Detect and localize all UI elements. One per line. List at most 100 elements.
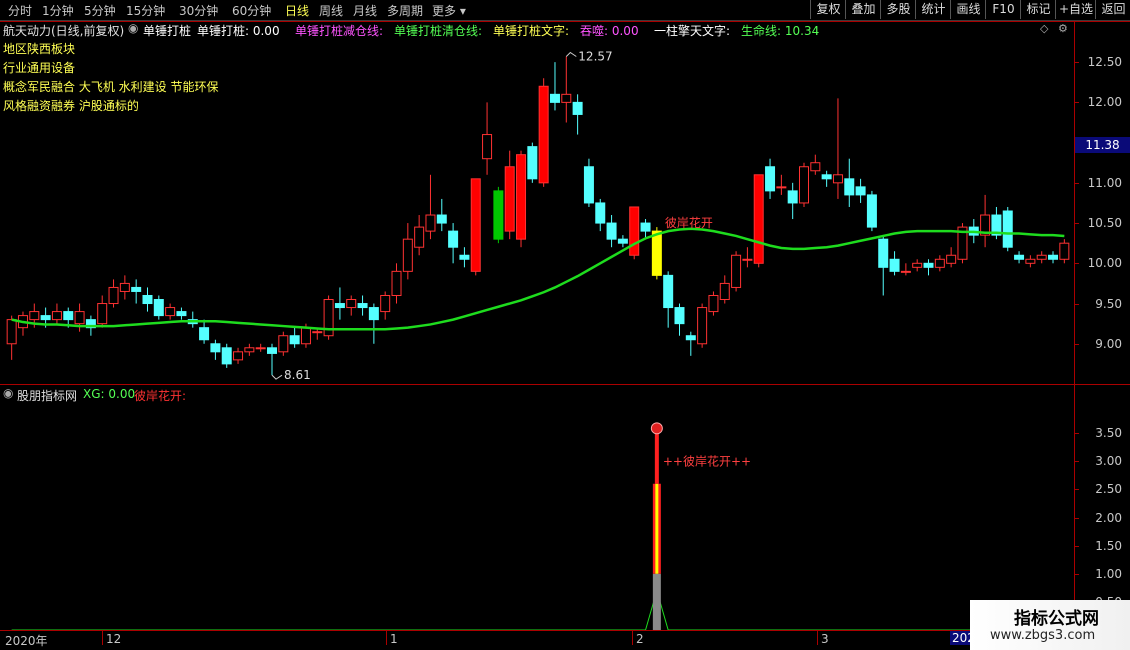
candle-body	[583, 166, 594, 204]
watermark: 指标公式网 www.zbgs3.com	[970, 600, 1130, 650]
candlestick-chart[interactable]: 12.57 8.61 彼岸花开	[0, 38, 1075, 384]
period-tab[interactable]: 更多 ▾	[432, 2, 466, 19]
stock-title: 航天动力(日线,前复权)	[3, 24, 125, 38]
period-tab[interactable]: 月线	[353, 2, 377, 19]
sub-signal-text: ++彼岸花开++	[663, 453, 751, 468]
candle-body	[51, 311, 62, 321]
signal-ball-icon	[650, 422, 663, 435]
toolbar-button[interactable]: 返回	[1095, 0, 1130, 19]
candle-body	[663, 274, 674, 309]
period-tab[interactable]: 60分钟	[232, 2, 271, 19]
main-header: 航天动力(日线,前复权) ◉ 单锤打桩 单锤打桩: 0.00 单锤打桩减仓线: 单锤…	[0, 21, 1070, 39]
candle-body	[527, 146, 538, 180]
candle-body	[629, 206, 640, 256]
price-tick-mark	[1075, 182, 1079, 184]
candle-body	[776, 186, 787, 189]
candle-body	[889, 258, 900, 272]
candle-body	[516, 154, 527, 240]
candle-body	[753, 174, 764, 264]
settings-icon[interactable]: ⚙	[1058, 22, 1068, 35]
candle-body	[697, 307, 708, 345]
high-label: 12.57	[578, 50, 612, 64]
indicator-chart[interactable]: ++彼岸花开++	[0, 385, 1075, 630]
period-tab[interactable]: 分时	[8, 2, 32, 19]
candle-body	[436, 214, 447, 224]
indicator-axis: 3.503.002.502.001.501.000.50	[1075, 385, 1130, 630]
toolbar-button[interactable]: 画线	[950, 0, 986, 19]
watermark-url: www.zbgs3.com	[990, 628, 1096, 643]
toolbar-button[interactable]: 复权	[810, 0, 846, 19]
candle-body	[459, 254, 470, 260]
low-label: 8.61	[284, 368, 311, 382]
candle-body	[787, 190, 798, 204]
indicator-tick: 3.50	[1095, 426, 1122, 441]
price-tick-mark	[1075, 62, 1079, 64]
candle-body	[153, 299, 164, 317]
period-tab[interactable]: 日线	[285, 2, 309, 19]
indicator-tick-mark	[1075, 489, 1079, 491]
indicator-tick-mark	[1075, 573, 1079, 575]
price-tick: 12.50	[1087, 55, 1122, 70]
signal-stem	[654, 430, 659, 484]
candle-body	[866, 194, 877, 228]
candle-body	[493, 190, 504, 240]
date-label: 2020年	[5, 634, 48, 648]
candle-body	[165, 307, 176, 317]
candle-body	[221, 347, 232, 365]
xg-line	[11, 588, 1065, 630]
candle-body	[482, 134, 493, 160]
candle-body	[799, 166, 809, 204]
candle-body	[844, 178, 855, 196]
candle-body	[233, 351, 244, 361]
toolbar-button[interactable]: +自选	[1055, 0, 1096, 19]
toolbar-button[interactable]: F10	[985, 0, 1021, 19]
signal-bar-base	[652, 573, 661, 630]
price-tick: 10.00	[1087, 256, 1122, 271]
indicator-tick-mark	[1075, 433, 1079, 435]
toolbar-button[interactable]: 多股	[880, 0, 916, 19]
period-tab[interactable]: 15分钟	[126, 2, 165, 19]
candle-body	[6, 319, 17, 345]
price-tick-mark	[1075, 303, 1079, 305]
indicator-tick: 1.00	[1095, 566, 1122, 581]
period-tab[interactable]: 多周期	[387, 2, 423, 19]
signal-bar-yellow	[655, 483, 659, 574]
candle-body	[199, 327, 210, 341]
indicator-tick: 2.50	[1095, 482, 1122, 497]
candle-body	[346, 299, 357, 309]
candle-body	[1048, 254, 1059, 260]
price-tick: 10.50	[1087, 216, 1122, 231]
period-tab[interactable]: 1分钟	[42, 2, 74, 19]
watermark-title: 指标公式网	[1014, 609, 1099, 629]
candle-body	[108, 286, 119, 305]
candle-body	[561, 93, 572, 103]
candle-body	[425, 214, 436, 232]
candle-body	[934, 258, 945, 268]
indicator-dropdown-icon[interactable]: ◉	[128, 21, 138, 35]
period-tab[interactable]: 5分钟	[84, 2, 116, 19]
toolbar-button[interactable]: 叠加	[845, 0, 881, 19]
candle-body	[572, 101, 583, 115]
candle-body	[40, 315, 51, 321]
indicator-tick-mark	[1075, 517, 1079, 519]
candle-body	[765, 166, 776, 192]
candle-body	[300, 327, 311, 345]
candle-body	[912, 262, 923, 268]
candle-body	[391, 270, 402, 296]
candle-body	[74, 311, 85, 325]
indicator-tick: 2.00	[1095, 510, 1122, 525]
signal-text: 彼岸花开	[665, 215, 713, 230]
candle-body	[923, 262, 934, 268]
indicator-name[interactable]: 单锤打桩	[143, 22, 191, 39]
diamond-icon[interactable]: ◇	[1040, 22, 1048, 35]
candle-body	[142, 294, 153, 305]
current-price-badge: 11.38	[1075, 137, 1130, 153]
period-tab[interactable]: 30分钟	[179, 2, 218, 19]
toolbar-button[interactable]: 统计	[915, 0, 951, 19]
toolbar-button[interactable]: 标记	[1020, 0, 1056, 19]
candle-body	[538, 85, 549, 184]
period-tab[interactable]: 周线	[319, 2, 343, 19]
candle-body	[380, 294, 391, 313]
price-axis: 12.5012.0011.5011.0010.5010.009.509.00	[1075, 38, 1130, 384]
candle-body	[606, 222, 617, 240]
